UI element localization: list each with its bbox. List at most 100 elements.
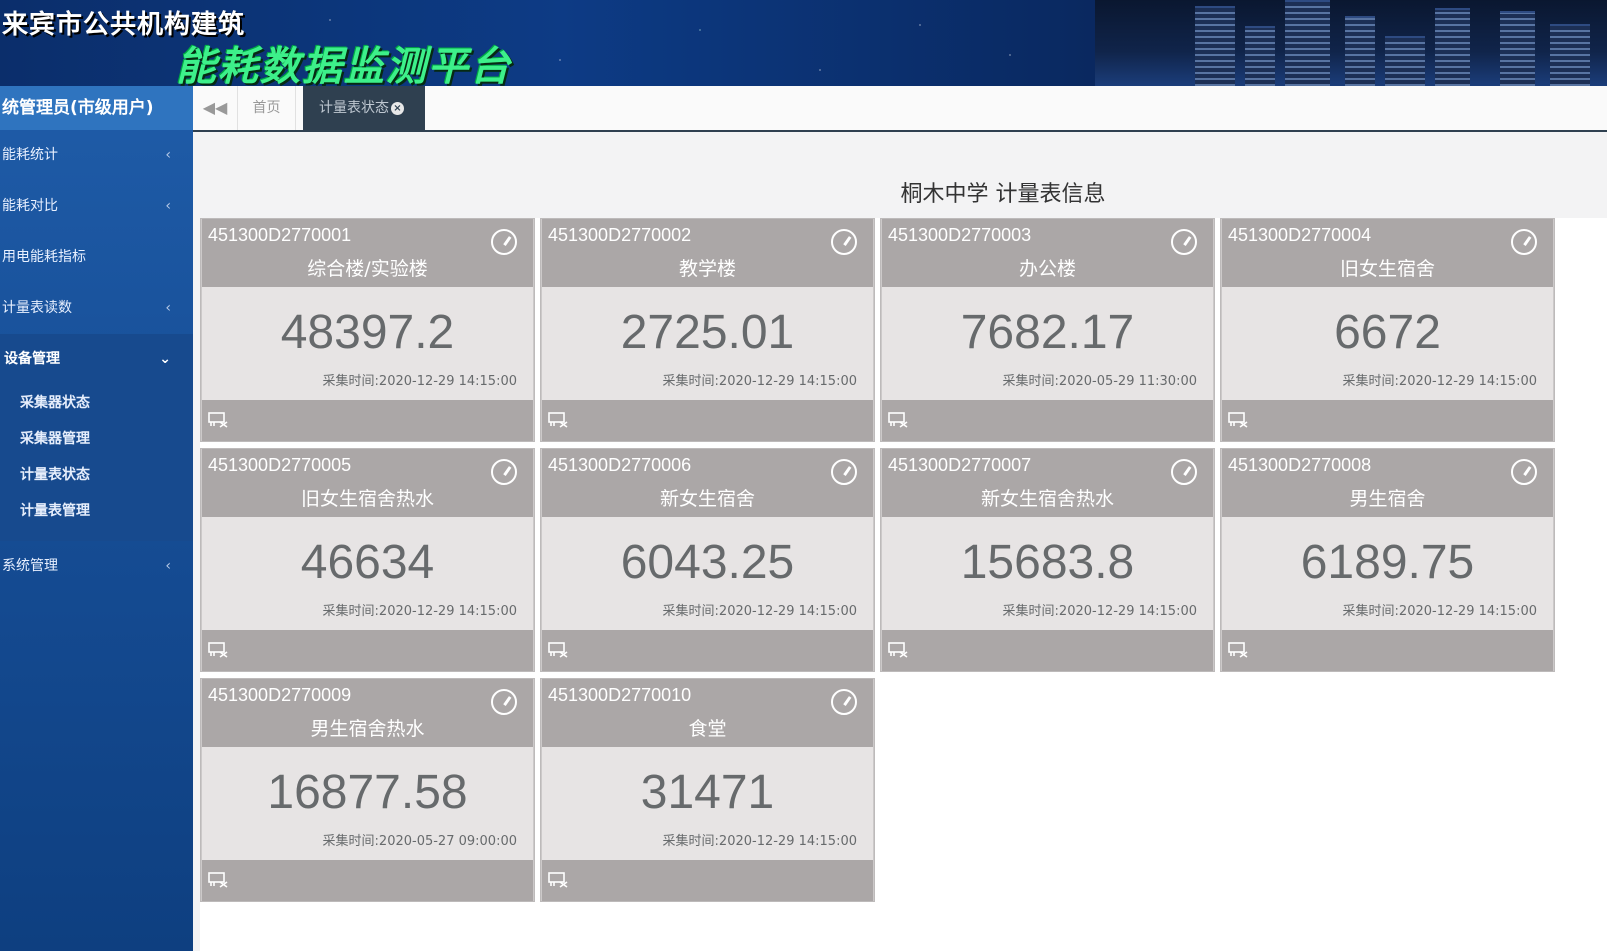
- meter-card-header: 451300D2770003 办公楼: [882, 219, 1213, 287]
- sidebar: 统管理员(市级用户) 能耗统计 ‹ 能耗对比 ‹ 用电能耗指标 计量表读数 ‹ …: [0, 86, 193, 951]
- gauge-icon: [1511, 459, 1537, 485]
- meter-value: 16877.58: [267, 766, 468, 819]
- chevron-down-icon: ⌄: [159, 351, 171, 367]
- offline-device-icon: [548, 412, 568, 428]
- meter-id: 451300D2770010: [548, 685, 692, 705]
- meter-card-body: 16877.58 采集时间:2020-05-27 09:00:00: [202, 747, 533, 860]
- meter-card[interactable]: 451300D2770002 教学楼 2725.01 采集时间:2020-12-…: [540, 218, 875, 442]
- meter-card-body: 6672 采集时间:2020-12-29 14:15:00: [1222, 287, 1553, 400]
- meter-id: 451300D2770007: [888, 455, 1032, 475]
- meter-card[interactable]: 451300D2770008 男生宿舍 6189.75 采集时间:2020-12…: [1220, 448, 1555, 672]
- meter-value: 2725.01: [620, 306, 795, 359]
- meter-card[interactable]: 451300D2770004 旧女生宿舍 6672 采集时间:2020-12-2…: [1220, 218, 1555, 442]
- sidebar-item-meter-readings[interactable]: 计量表读数 ‹: [0, 283, 193, 334]
- meter-card-body: 6043.25 采集时间:2020-12-29 14:15:00: [542, 517, 873, 630]
- meter-card[interactable]: 451300D2770010 食堂 31471 采集时间:2020-12-29 …: [540, 678, 875, 902]
- sidebar-item-label: 设备管理: [4, 351, 60, 367]
- meter-card-body: 31471 采集时间:2020-12-29 14:15:00: [542, 747, 873, 860]
- meter-card-body: 7682.17 采集时间:2020-05-29 11:30:00: [882, 287, 1213, 400]
- sidebar-item-label: 计量表读数: [2, 300, 72, 316]
- meter-name: 新女生宿舍热水: [980, 488, 1114, 510]
- sidebar-item-power-index[interactable]: 用电能耗指标: [0, 232, 193, 283]
- tab-bar: ◀◀ 首页 计量表状态 ×: [193, 86, 1607, 132]
- tab-meter-status[interactable]: 计量表状态 ×: [303, 86, 425, 130]
- meter-id: 451300D2770008: [1228, 455, 1372, 475]
- gauge-icon: [491, 459, 517, 485]
- tab-scroll-left-button[interactable]: ◀◀: [193, 86, 238, 130]
- tab-home[interactable]: 首页: [238, 86, 296, 130]
- meter-card[interactable]: 451300D2770003 办公楼 7682.17 采集时间:2020-05-…: [880, 218, 1215, 442]
- meter-value: 6672: [1334, 306, 1441, 359]
- meter-card[interactable]: 451300D2770001 综合楼/实验楼 48397.2 采集时间:2020…: [200, 218, 535, 442]
- chevron-left-icon: ‹: [165, 300, 171, 316]
- meter-card-header: 451300D2770007 新女生宿舍热水: [882, 449, 1213, 517]
- header-banner: 来宾市公共机构建筑 能耗数据监测平台: [0, 0, 1607, 86]
- meter-value: 48397.2: [280, 306, 455, 359]
- offline-device-icon: [208, 412, 228, 428]
- submenu-meter-status[interactable]: 计量表状态: [0, 457, 193, 493]
- meter-name: 旧女生宿舍: [1339, 258, 1435, 280]
- page-title: 桐木中学 计量表信息: [900, 182, 1106, 207]
- meter-card-header: 451300D2770001 综合楼/实验楼: [202, 219, 533, 287]
- sidebar-item-label: 系统管理: [2, 558, 58, 574]
- sidebar-item-device-management[interactable]: 设备管理 ⌄: [0, 334, 193, 385]
- meter-card[interactable]: 451300D2770006 新女生宿舍 6043.25 采集时间:2020-1…: [540, 448, 875, 672]
- sidebar-item-energy-stats[interactable]: 能耗统计 ‹: [0, 130, 193, 181]
- close-icon[interactable]: ×: [391, 101, 404, 115]
- meter-value: 15683.8: [960, 536, 1135, 589]
- meter-id: 451300D2770006: [548, 455, 692, 475]
- meter-card-header: 451300D2770008 男生宿舍: [1222, 449, 1553, 517]
- offline-device-icon: [208, 642, 228, 658]
- meter-card-footer: [542, 400, 873, 441]
- meter-card-header: 451300D2770004 旧女生宿舍: [1222, 219, 1553, 287]
- meter-card-footer: [1222, 400, 1553, 441]
- offline-device-icon: [1228, 642, 1248, 658]
- user-name[interactable]: 统管理员(市级用户): [0, 86, 193, 130]
- gauge-icon: [1171, 229, 1197, 255]
- chevron-left-icon: ‹: [165, 198, 171, 214]
- collect-time: 采集时间:2020-12-29 14:15:00: [662, 834, 857, 849]
- meter-id: 451300D2770001: [208, 225, 352, 245]
- meter-card-footer: [202, 630, 533, 671]
- meter-card-header: 451300D2770010 食堂: [542, 679, 873, 747]
- meter-id: 451300D2770004: [1228, 225, 1372, 245]
- offline-device-icon: [888, 642, 908, 658]
- submenu-collector-management[interactable]: 采集器管理: [0, 421, 193, 457]
- meter-value: 7682.17: [960, 306, 1135, 359]
- meter-card-header: 451300D2770005 旧女生宿舍热水: [202, 449, 533, 517]
- meter-name: 办公楼: [1018, 258, 1076, 280]
- meter-id: 451300D2770009: [208, 685, 352, 705]
- offline-device-icon: [1228, 412, 1248, 428]
- gauge-icon: [491, 689, 517, 715]
- meter-card[interactable]: 451300D2770005 旧女生宿舍热水 46634 采集时间:2020-1…: [200, 448, 535, 672]
- sidebar-item-system-management[interactable]: 系统管理 ‹: [0, 541, 193, 592]
- meter-card-footer: [542, 630, 873, 671]
- gauge-icon: [1511, 229, 1537, 255]
- submenu-collector-status[interactable]: 采集器状态: [0, 385, 193, 421]
- meter-card[interactable]: 451300D2770007 新女生宿舍热水 15683.8 采集时间:2020…: [880, 448, 1215, 672]
- meter-card[interactable]: 451300D2770009 男生宿舍热水 16877.58 采集时间:2020…: [200, 678, 535, 902]
- tab-label: 计量表状态: [319, 100, 389, 116]
- meter-card-header: 451300D2770009 男生宿舍热水: [202, 679, 533, 747]
- collect-time: 采集时间:2020-12-29 14:15:00: [662, 604, 857, 619]
- meter-name: 男生宿舍: [1349, 488, 1426, 510]
- offline-device-icon: [888, 412, 908, 428]
- sidebar-item-label: 用电能耗指标: [2, 249, 86, 265]
- submenu-meter-management[interactable]: 计量表管理: [0, 493, 193, 529]
- meter-card-footer: [882, 400, 1213, 441]
- meter-value: 6043.25: [620, 536, 795, 589]
- collect-time: 采集时间:2020-12-29 14:15:00: [662, 374, 857, 389]
- sidebar-item-energy-compare[interactable]: 能耗对比 ‹: [0, 181, 193, 232]
- offline-device-icon: [548, 872, 568, 888]
- meter-card-panel: 451300D2770001 综合楼/实验楼 48397.2 采集时间:2020…: [200, 218, 1607, 951]
- sidebar-item-label: 能耗对比: [2, 198, 58, 214]
- meter-card-header: 451300D2770002 教学楼: [542, 219, 873, 287]
- meter-id: 451300D2770002: [548, 225, 692, 245]
- meter-card-footer: [202, 860, 533, 901]
- collect-time: 采集时间:2020-05-29 11:30:00: [1002, 374, 1197, 389]
- gauge-icon: [831, 229, 857, 255]
- collect-time: 采集时间:2020-12-29 14:15:00: [322, 374, 517, 389]
- chevron-left-icon: ‹: [165, 147, 171, 163]
- collect-time: 采集时间:2020-12-29 14:15:00: [1002, 604, 1197, 619]
- meter-name: 旧女生宿舍热水: [300, 488, 434, 510]
